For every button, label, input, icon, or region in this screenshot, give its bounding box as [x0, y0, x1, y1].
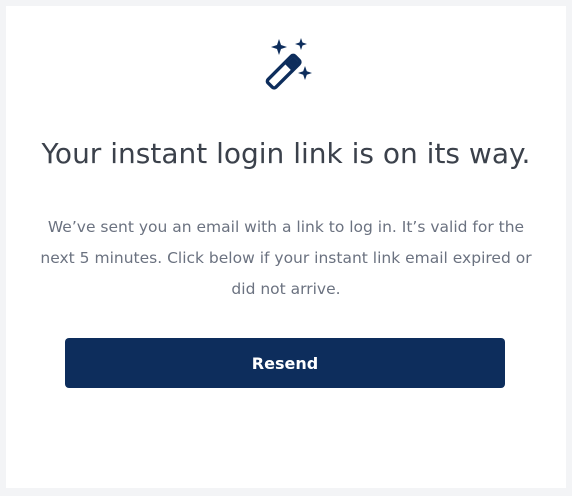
instructions-text: We’ve sent you an email with a link to l… — [40, 218, 532, 298]
resend-button[interactable]: Resend — [65, 338, 505, 388]
sparkle-top-right-icon — [295, 38, 307, 50]
sparkle-right-icon — [298, 66, 312, 80]
magic-wand-sparkles-icon — [258, 34, 316, 92]
page-title: Your instant login link is on its way. — [41, 137, 531, 170]
sparkle-top-left-icon — [271, 39, 287, 55]
login-link-card: Your instant login link is on its way. W… — [6, 6, 566, 488]
